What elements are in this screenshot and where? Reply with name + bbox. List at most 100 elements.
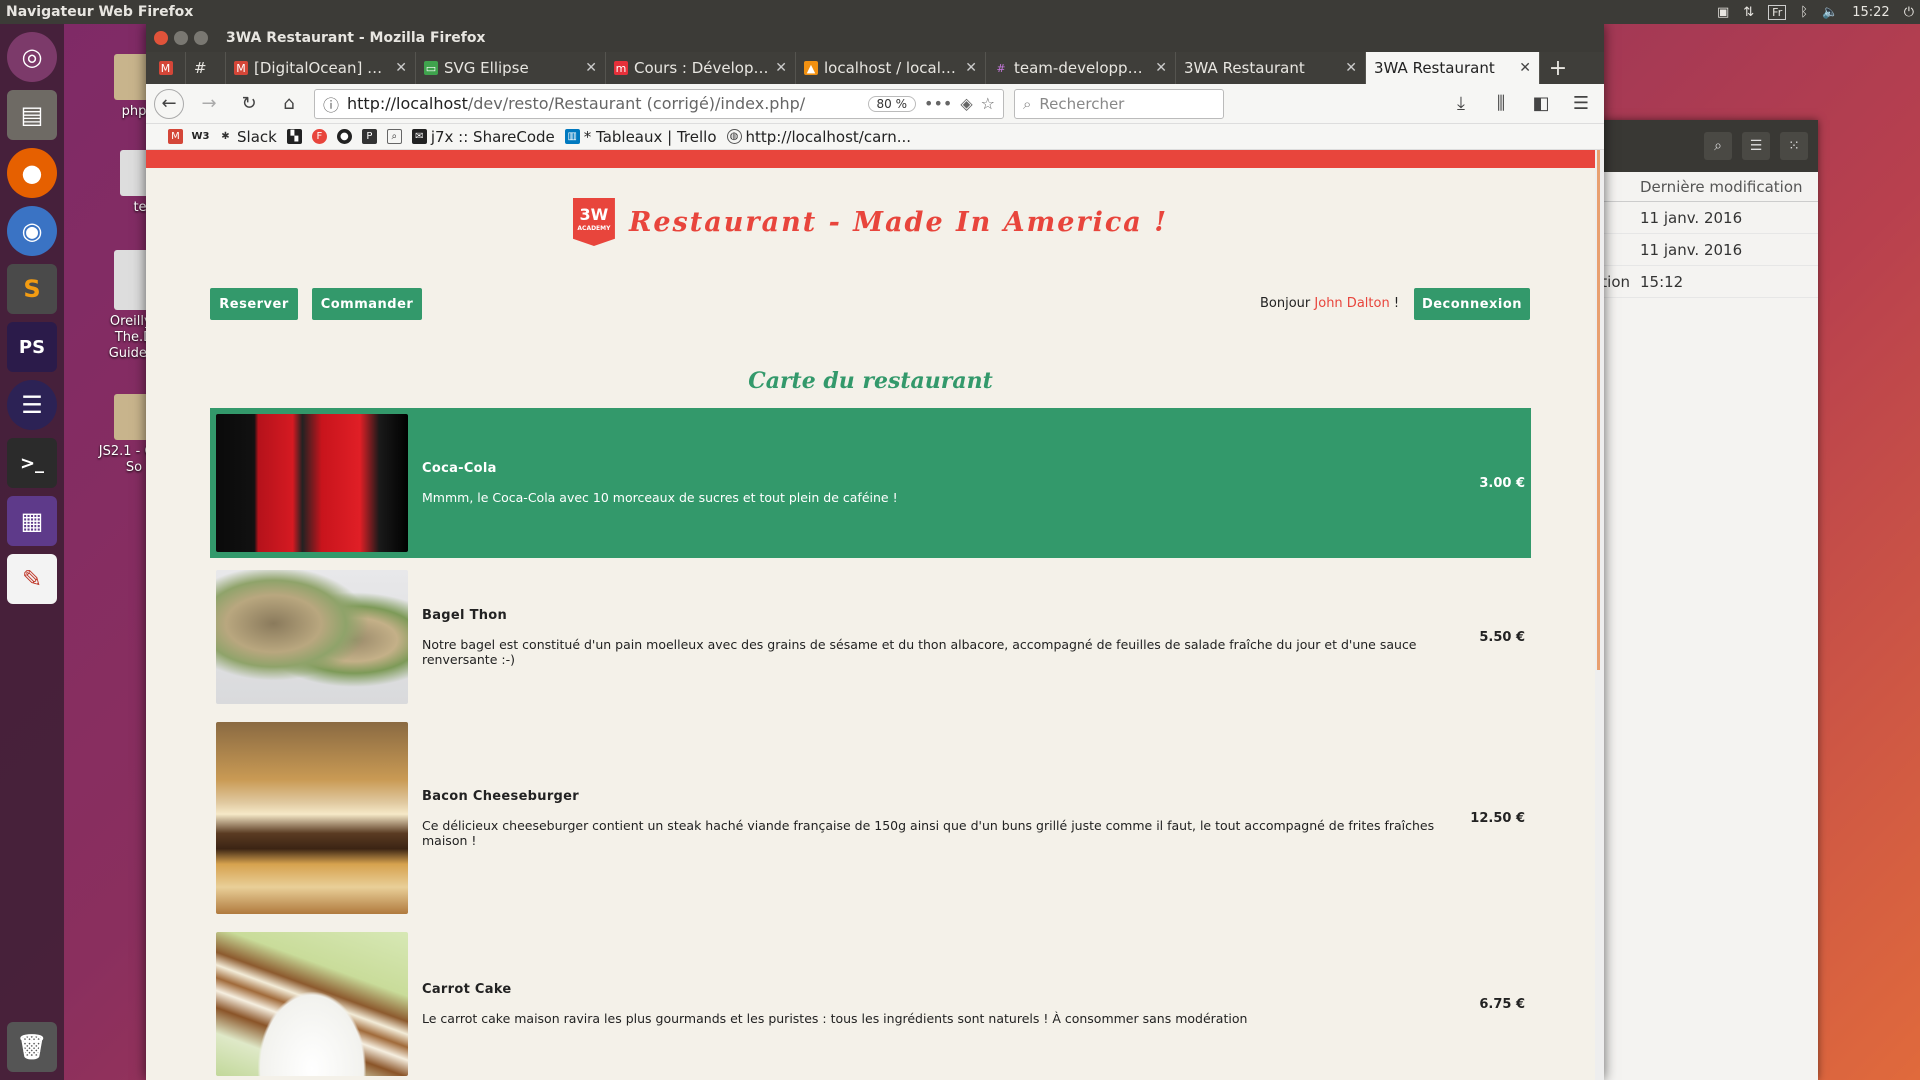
github-icon: ● (336, 129, 352, 144)
library-icon[interactable]: ⫼ (1486, 89, 1516, 119)
3w-academy-logo[interactable]: 3W ACADEMY (572, 198, 615, 246)
item-price: 3.00 € (1479, 475, 1525, 491)
gmail-icon: M (158, 61, 173, 75)
svg-icon: ▭ (424, 61, 438, 75)
menu-title: Carte du restaurant (748, 368, 993, 394)
bagel-photo (216, 570, 408, 704)
files-icon[interactable]: ▤ (7, 90, 57, 140)
search-icon[interactable]: ⌕ (1704, 132, 1732, 160)
deconnexion-button[interactable]: Deconnexion (1414, 288, 1530, 320)
bookmark-w3[interactable]: W3 (191, 129, 210, 144)
window-close-button[interactable] (154, 31, 168, 45)
info-icon[interactable]: ⓘ (323, 92, 339, 116)
bookmark-search[interactable]: ⌕ (386, 129, 402, 144)
document-viewer-icon[interactable]: ✎ (7, 554, 57, 604)
tab-3wa-restaurant[interactable]: 3WA Restaurant ✕ (1176, 52, 1366, 84)
commander-button[interactable]: Commander (312, 288, 422, 320)
tab-3wa-restaurant-active[interactable]: 3WA Restaurant ✕ (1366, 52, 1540, 84)
new-tab-button[interactable]: + (1540, 52, 1576, 84)
tab-hash[interactable]: # (186, 52, 226, 84)
home-icon[interactable]: ⌂ (274, 89, 304, 119)
zoom-indicator[interactable]: 80 % (867, 95, 917, 112)
bookmark-f[interactable]: F (311, 129, 327, 144)
grid-view-icon[interactable]: ⁙ (1780, 132, 1808, 160)
bookmark-clapper[interactable]: ▚ (286, 129, 302, 144)
menu-item-coca-cola[interactable]: Coca-Cola Mmmm, le Coca-Cola avec 10 mor… (210, 408, 1531, 558)
site-header: 3W ACADEMY Restaurant - Made In America … (146, 198, 1595, 246)
trash-icon[interactable]: 🗑 (7, 1022, 57, 1072)
bookmark-gmail[interactable]: M (168, 129, 183, 144)
bluetooth-icon[interactable]: ᛒ (1800, 5, 1808, 20)
f-icon: F (311, 129, 327, 144)
bookmark-star-icon[interactable]: ☆ (981, 94, 995, 113)
hamburger-menu-icon[interactable]: ☰ (1566, 89, 1596, 119)
forward-arrow-icon[interactable]: → (194, 89, 224, 119)
window-maximize-button[interactable] (194, 31, 208, 45)
eclipse-icon[interactable]: ☰ (7, 380, 57, 430)
scrollbar-thumb[interactable] (1597, 150, 1600, 670)
tab-close-icon[interactable]: ✕ (1519, 60, 1531, 76)
tab-digitalocean[interactable]: M [DigitalOcean] You ✕ (226, 52, 416, 84)
carrot-cake-photo (216, 932, 408, 1076)
bookmark-sharecode[interactable]: ✉ j7x :: ShareCode (411, 128, 555, 146)
phpstorm-icon[interactable]: PS (7, 322, 57, 372)
tab-svg-ellipse[interactable]: ▭ SVG Ellipse ✕ (416, 52, 606, 84)
tab-slack-team[interactable]: # team-developpeme ✕ (986, 52, 1176, 84)
window-titlebar[interactable]: 3WA Restaurant - Mozilla Firefox (146, 24, 1604, 52)
list-view-icon[interactable]: ☰ (1742, 132, 1770, 160)
tab-close-icon[interactable]: ✕ (1155, 60, 1167, 76)
web-page-content: 3W ACADEMY Restaurant - Made In America … (146, 150, 1604, 1080)
tab-close-icon[interactable]: ✕ (585, 60, 597, 76)
tab-phpmyadmin[interactable]: ▲ localhost / localhos ✕ (796, 52, 986, 84)
menu-item-bacon-cheeseburger[interactable]: Bacon Cheeseburger Ce délicieux cheesebu… (210, 716, 1531, 920)
clock[interactable]: 15:22 (1852, 5, 1889, 20)
item-description: Mmmm, le Coca-Cola avec 10 morceaux de s… (422, 490, 898, 505)
page-actions-icon[interactable]: ••• (924, 94, 952, 113)
firefox-icon[interactable]: ● (7, 148, 57, 198)
display-icon[interactable]: ▣ (1717, 5, 1729, 20)
tab-close-icon[interactable]: ✕ (965, 60, 977, 76)
bookmark-trello[interactable]: ▥ * Tableaux | Trello (564, 128, 717, 146)
terminal-icon[interactable]: >_ (7, 438, 57, 488)
bookmark-github[interactable]: ● (336, 129, 352, 144)
launcher: ◎ ▤ ● ◉ S PS ☰ >_ ▦ ✎ 🗑 (0, 24, 64, 1080)
reload-icon[interactable]: ↻ (234, 89, 264, 119)
power-icon[interactable]: ⏻ (1904, 5, 1914, 20)
menu-item-bagel-thon[interactable]: Bagel Thon Notre bagel est constitué d'u… (210, 564, 1531, 710)
reserver-button[interactable]: Reserver (210, 288, 298, 320)
tab-cours[interactable]: m Cours : Développer ✕ (606, 52, 796, 84)
ubuntu-logo-icon[interactable]: ◎ (7, 32, 57, 82)
item-price: 12.50 € (1470, 810, 1525, 826)
volume-icon[interactable]: 🔈 (1822, 5, 1838, 20)
active-app-title: Navigateur Web Firefox (6, 4, 194, 20)
back-arrow-icon[interactable]: ← (154, 88, 184, 119)
bookmark-localhost-carn[interactable]: ◍ http://localhost/carn... (726, 128, 911, 146)
tab-close-icon[interactable]: ✕ (775, 60, 787, 76)
slack-icon: ✱ (221, 131, 230, 142)
bookmark-p[interactable]: P (361, 129, 377, 144)
tab-close-icon[interactable]: ✕ (395, 60, 407, 76)
window-minimize-button[interactable] (174, 31, 188, 45)
download-icon[interactable]: ⤓ (1446, 89, 1476, 119)
sublime-text-icon[interactable]: S (7, 264, 57, 314)
chromium-icon[interactable]: ◉ (7, 206, 57, 256)
workspace-switcher-icon[interactable]: ▦ (7, 496, 57, 546)
menu-item-carrot-cake[interactable]: Carrot Cake Le carrot cake maison ravira… (210, 926, 1531, 1080)
search-input[interactable]: ⌕ Rechercher (1014, 88, 1224, 119)
url-text[interactable]: http://localhost/dev/resto/Restaurant (c… (347, 94, 860, 113)
phpmyadmin-icon: ▲ (804, 61, 818, 75)
url-bar[interactable]: ⓘ http://localhost/dev/resto/Restaurant … (314, 88, 1004, 119)
tab-close-icon[interactable]: ✕ (1345, 60, 1357, 76)
w3-icon: W3 (191, 131, 210, 142)
pocket-icon[interactable]: ◈ (960, 94, 972, 113)
tab-bar: M # M [DigitalOcean] You ✕ ▭ SVG Ellipse ✕ m… (146, 52, 1604, 84)
item-description: Ce délicieux cheeseburger contient un st… (422, 817, 1435, 848)
network-icon[interactable]: ⇅ (1743, 5, 1754, 20)
navigation-toolbar: ← → ↻ ⌂ ⓘ http://localhost/dev/resto/Res… (146, 84, 1604, 124)
keyboard-layout-indicator[interactable]: Fr (1768, 4, 1787, 20)
sidebar-icon[interactable]: ◧ (1526, 89, 1556, 119)
tab-gmail[interactable]: M (146, 52, 186, 84)
item-description: Notre bagel est constitué d'un pain moel… (422, 636, 1417, 667)
bookmark-slack[interactable]: ✱ Slack (218, 128, 277, 146)
globe-icon: ◍ (726, 129, 742, 144)
